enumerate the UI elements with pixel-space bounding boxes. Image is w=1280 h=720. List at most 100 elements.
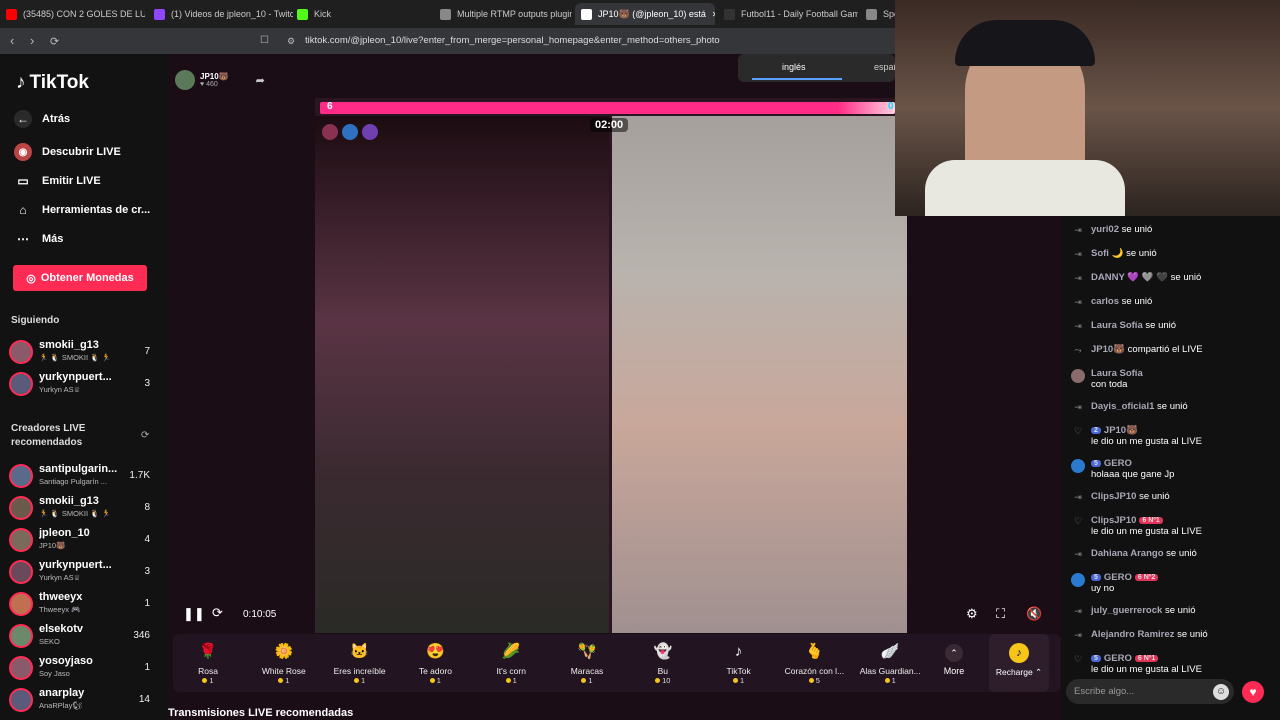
forward-arrow-icon[interactable]: ›	[30, 33, 34, 48]
url-field[interactable]: tiktok.com/@jpleon_10/live?enter_from_me…	[305, 35, 720, 46]
sidebar-nav-item[interactable]: ⌂ Herramientas de cr...	[14, 201, 150, 219]
chat-avatar[interactable]	[1071, 369, 1085, 383]
gift-price: 1	[173, 676, 243, 685]
gift-item[interactable]: 🪇 Maracas 1	[552, 634, 622, 692]
host-info[interactable]: JP10🐻 ♥ 460 ➦	[175, 70, 265, 90]
chat-username[interactable]: GERO	[1104, 458, 1132, 469]
sidebar-nav-item[interactable]: ⋯ Más	[14, 230, 63, 248]
like-heart-icon[interactable]: ♥	[1242, 681, 1264, 703]
get-coins-button[interactable]: ◎ Obtener Monedas	[13, 265, 147, 291]
chat-username[interactable]: yuri02	[1091, 224, 1119, 235]
tiktok-logo[interactable]: ♪ TikTok	[16, 72, 89, 94]
chat-username[interactable]: ClipsJP10	[1091, 515, 1136, 526]
recommended-account[interactable]: smokii_g13 🏃 🐧 SMOKII 🐧 🏃 8	[9, 494, 154, 522]
like-icon: ♡	[1073, 516, 1083, 526]
gift-item[interactable]: ♪ TikTok 1	[704, 634, 774, 692]
gift-icon: 🌼	[274, 643, 294, 660]
recommended-account[interactable]: jpleon_10 JP10🐻 4	[9, 526, 154, 554]
browser-tab[interactable]: (1) Videos de jpleon_10 - Twitch	[148, 3, 293, 25]
gift-price: 1	[552, 676, 622, 685]
refresh-icon[interactable]: ⟳	[212, 605, 223, 621]
browser-tab[interactable]: Spe	[860, 3, 895, 25]
chat-username[interactable]: Dahiana Arango	[1091, 548, 1164, 559]
chat-username[interactable]: carlos	[1091, 296, 1119, 307]
gift-icon: 🪇	[577, 643, 597, 660]
chat-username[interactable]: GERO	[1104, 572, 1132, 583]
chat-username[interactable]: Laura Sofía	[1091, 368, 1143, 379]
chat-username[interactable]: Dayis_oficial1	[1091, 401, 1154, 412]
recommended-account[interactable]: anarplay AnaRPlay🐿 14	[9, 686, 154, 714]
gift-item[interactable]: 🫰 Corazón con l... 5	[779, 634, 849, 692]
following-account[interactable]: yurkynpuert... Yurkyn AS♕ 3	[9, 370, 154, 398]
browser-tab[interactable]: Kick	[291, 3, 431, 25]
chat-username[interactable]: JP10🐻	[1091, 344, 1125, 355]
translate-option-active[interactable]: inglés	[782, 62, 806, 72]
gift-item[interactable]: 🌽 It's corn 1	[476, 634, 546, 692]
sidebar-nav-item[interactable]: ◉ Descubrir LIVE	[14, 143, 121, 161]
bookmark-icon[interactable]: ☐	[260, 35, 269, 46]
host-avatar[interactable]	[175, 70, 195, 90]
translate-toggle[interactable]: inglés españ	[738, 54, 899, 82]
level-badge: 5	[1091, 459, 1101, 467]
chat-username[interactable]: Laura Sofía	[1091, 320, 1143, 331]
chat-username[interactable]: DANNY 💜 🩶 🖤	[1091, 272, 1168, 283]
chat-message-body: ClipsJP10 se unió	[1091, 491, 1271, 502]
nav-label: Descubrir LIVE	[42, 146, 121, 158]
recommended-account[interactable]: thweeyx Thweeyx 🎮 1	[9, 590, 154, 618]
chat-username[interactable]: Sofi 🌙	[1091, 248, 1123, 259]
chat-username[interactable]: july_guerrerock	[1091, 605, 1162, 616]
gifter-avatar[interactable]	[362, 124, 378, 140]
refresh-icon[interactable]: ⟳	[141, 430, 149, 441]
back-button[interactable]: ← Atrás	[14, 110, 70, 128]
close-tab-icon[interactable]: ✕	[712, 10, 715, 19]
chat-username[interactable]: Alejandro Ramirez	[1091, 629, 1174, 640]
chat-avatar[interactable]	[1071, 459, 1085, 473]
chat-username[interactable]: JP10🐻	[1104, 425, 1138, 436]
following-account[interactable]: smokii_g13 🏃 🐧 SMOKII 🐧 🏃 7	[9, 338, 154, 366]
gift-item[interactable]: 👻 Bu 10	[628, 634, 698, 692]
site-info-icon[interactable]: ⚙	[287, 36, 295, 47]
gift-item[interactable]: 🌼 White Rose 1	[249, 634, 319, 692]
back-arrow-icon[interactable]: ‹	[10, 33, 14, 48]
gift-item[interactable]: 🌹 Rosa 1	[173, 634, 243, 692]
fullscreen-icon[interactable]: ⛶	[996, 606, 1005, 622]
gift-item[interactable]: 🐱 Eres increíble 1	[325, 634, 395, 692]
mute-icon[interactable]: 🔇	[1026, 606, 1042, 622]
gift-name: Rosa	[198, 666, 218, 676]
gift-price: 10	[628, 676, 698, 685]
browser-tab[interactable]: Multiple RTMP outputs plugin	[434, 3, 572, 25]
chat-input[interactable]: Escribe algo...	[1066, 679, 1234, 704]
chat-message-body: DANNY 💜 🩶 🖤 se unió	[1091, 272, 1271, 283]
recharge-button[interactable]: ♪ Recharge ⌃	[989, 634, 1049, 692]
reload-icon[interactable]: ⟳	[50, 35, 59, 48]
settings-icon[interactable]: ⚙	[966, 606, 978, 622]
account-nickname: Yurkyn AS♕	[39, 385, 81, 394]
gift-item[interactable]: 🪽 Alas Guardian... 1	[855, 634, 925, 692]
account-name: elsekotv	[39, 623, 84, 635]
sidebar-nav-item[interactable]: ▭ Emitir LIVE	[14, 172, 100, 190]
gifter-avatar[interactable]	[322, 124, 338, 140]
emoji-icon[interactable]: ☺	[1213, 684, 1229, 700]
gifter-avatar[interactable]	[342, 124, 358, 140]
more-gifts-button[interactable]: ⌃ More	[936, 634, 972, 692]
opponent-video-feed	[612, 116, 907, 633]
share-icon: ⤳	[1074, 345, 1082, 355]
chat-text: se unió	[1177, 629, 1208, 640]
battle-score-bar	[320, 102, 895, 114]
recommended-account[interactable]: yurkynpuert... Yurkyn AS♕ 3	[9, 558, 154, 586]
gift-item[interactable]: 😍 Te adoro 1	[400, 634, 470, 692]
share-icon[interactable]: ➦	[256, 74, 265, 87]
recommended-account[interactable]: santipulgarin... Santiago Pulgarín ... 1.7…	[9, 462, 154, 490]
chat-username[interactable]: GERO	[1104, 653, 1132, 664]
browser-tab[interactable]: JP10🐻 (@jpleon_10) está ✕	[575, 3, 715, 25]
recommended-account[interactable]: yosoyjaso Soy Jaso 1	[9, 654, 154, 682]
chat-username[interactable]: ClipsJP10	[1091, 491, 1136, 502]
gift-price: 1	[249, 676, 319, 685]
pause-icon[interactable]: ❚❚	[183, 606, 205, 622]
gift-price-value: 1	[361, 676, 366, 685]
arrow-left-icon: ←	[14, 110, 32, 128]
recommended-account[interactable]: elsekotv SEKO 346	[9, 622, 154, 650]
browser-tab[interactable]: (35485) CON 2 GOLES DE LUIS	[0, 3, 145, 25]
browser-tab[interactable]: Futbol11 - Daily Football Game	[718, 3, 858, 25]
chat-avatar[interactable]	[1071, 573, 1085, 587]
